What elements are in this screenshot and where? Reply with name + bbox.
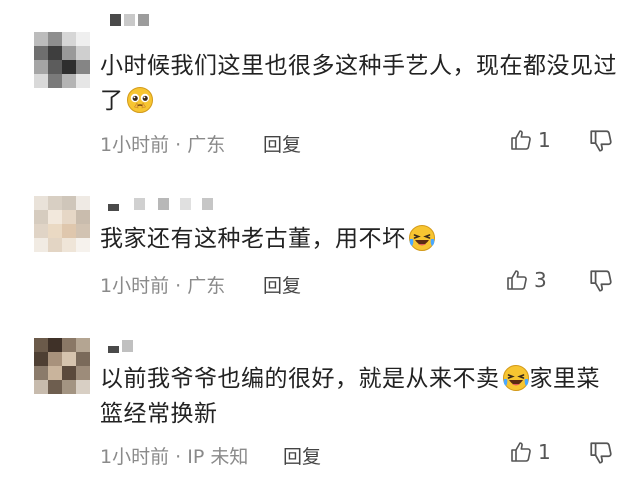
comment-meta: 1小时前 · IP 未知	[100, 442, 248, 469]
thumbs-down-icon[interactable]	[588, 128, 614, 154]
username-blurred[interactable]	[108, 340, 138, 353]
thumbs-up-icon	[511, 130, 531, 150]
like-button[interactable]: 1	[509, 126, 551, 154]
like-count: 1	[538, 128, 551, 152]
like-button[interactable]: 1	[509, 438, 551, 466]
thumbs-up-icon	[511, 442, 531, 462]
comment-location: 广东	[187, 275, 226, 297]
comment-text: 小时候我们这里也很多这种手艺人，现在都没见过了	[100, 53, 617, 114]
reply-button[interactable]: 回复	[283, 442, 321, 469]
avatar[interactable]	[34, 32, 90, 88]
laughing-tears-icon	[408, 225, 435, 251]
avatar[interactable]	[34, 196, 90, 252]
thumbs-down-icon[interactable]	[588, 440, 614, 466]
comment-time: 1小时前	[100, 446, 170, 468]
comment-meta: 1小时前 · 广东	[100, 271, 225, 298]
reply-button[interactable]: 回复	[263, 271, 301, 298]
comment-time: 1小时前	[100, 275, 170, 297]
meta-separator: ·	[175, 446, 182, 468]
thumbs-up-icon	[507, 270, 527, 290]
laughing-tears-icon	[502, 365, 529, 391]
comment-location: 广东	[187, 134, 226, 156]
meta-separator: ·	[175, 275, 182, 297]
username-blurred[interactable]	[110, 14, 150, 26]
comment-location: IP 未知	[187, 446, 249, 468]
reply-button[interactable]: 回复	[263, 130, 301, 157]
username-blurred[interactable]	[108, 198, 218, 211]
pleading-face-icon	[126, 87, 153, 113]
thumbs-down-icon[interactable]	[588, 268, 614, 294]
meta-separator: ·	[175, 134, 182, 156]
like-count: 1	[538, 440, 551, 464]
comment-time: 1小时前	[100, 134, 170, 156]
like-count: 3	[534, 268, 547, 292]
avatar[interactable]	[34, 338, 90, 394]
like-button[interactable]: 3	[505, 266, 547, 294]
comment-text: 以前我爷爷也编的很好，就是从来不卖 家里菜篮经常换新	[100, 365, 600, 427]
comment-meta: 1小时前 · 广东	[100, 130, 225, 157]
comment-text: 我家还有这种老古董，用不坏	[100, 222, 620, 257]
